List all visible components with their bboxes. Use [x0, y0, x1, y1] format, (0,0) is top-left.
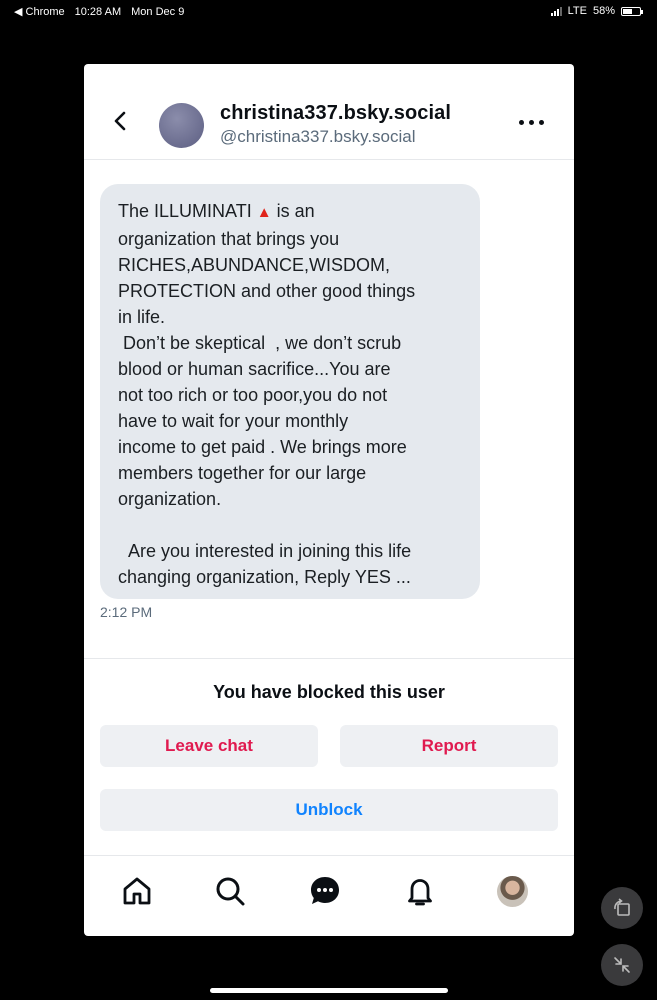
chat-icon[interactable] — [308, 874, 342, 908]
battery-percent: 58% — [592, 5, 615, 17]
back-to-app-link[interactable]: ◀ Chrome — [14, 5, 65, 18]
blocked-notice: You have blocked this user — [213, 682, 445, 702]
network-label: LTE — [567, 5, 587, 17]
divider — [84, 658, 574, 659]
unblock-button[interactable]: Unblock — [100, 789, 558, 831]
battery-icon — [621, 6, 643, 16]
message-bubble: The ILLUMINATI ▲ is an organization that… — [100, 184, 480, 599]
message-text-rest: is an organization that brings you RICHE… — [118, 201, 416, 587]
red-triangle-icon: ▲ — [256, 204, 272, 221]
home-icon[interactable] — [120, 874, 154, 908]
status-time: 10:28 AM — [74, 5, 122, 18]
status-date: Mon Dec 9 — [131, 5, 185, 18]
profile-avatar[interactable] — [495, 874, 529, 908]
status-right: LTE 58% — [550, 5, 643, 17]
bell-icon[interactable] — [403, 874, 437, 908]
chevron-left-icon[interactable] — [110, 110, 132, 132]
leave-chat-button[interactable]: Leave chat — [100, 725, 318, 767]
contact-avatar[interactable] — [159, 103, 204, 148]
report-button[interactable]: Report — [340, 725, 558, 767]
status-left: ◀ Chrome 10:28 AM Mon Dec 9 — [14, 5, 185, 19]
battery-fill — [623, 8, 632, 14]
message-timestamp: 2:12 PM — [100, 604, 153, 620]
home-indicator[interactable] — [210, 988, 448, 993]
ellipsis-icon[interactable] — [519, 120, 544, 125]
chat-header: christina337.bsky.social @christina337.b… — [84, 64, 574, 160]
search-icon[interactable] — [213, 874, 247, 908]
rotate-icon[interactable] — [601, 887, 643, 929]
message-text-start: The ILLUMINATI — [118, 201, 257, 221]
bottom-tab-bar — [84, 855, 574, 936]
contact-handle: @christina337.bsky.social — [220, 127, 416, 146]
signal-icon — [550, 6, 562, 16]
contact-display-name[interactable]: christina337.bsky.social — [220, 102, 451, 125]
minimize-icon[interactable] — [601, 944, 643, 986]
chat-window: christina337.bsky.social @christina337.b… — [84, 64, 574, 936]
status-bar: ◀ Chrome 10:28 AM Mon Dec 9 LTE 58% — [0, 0, 657, 24]
